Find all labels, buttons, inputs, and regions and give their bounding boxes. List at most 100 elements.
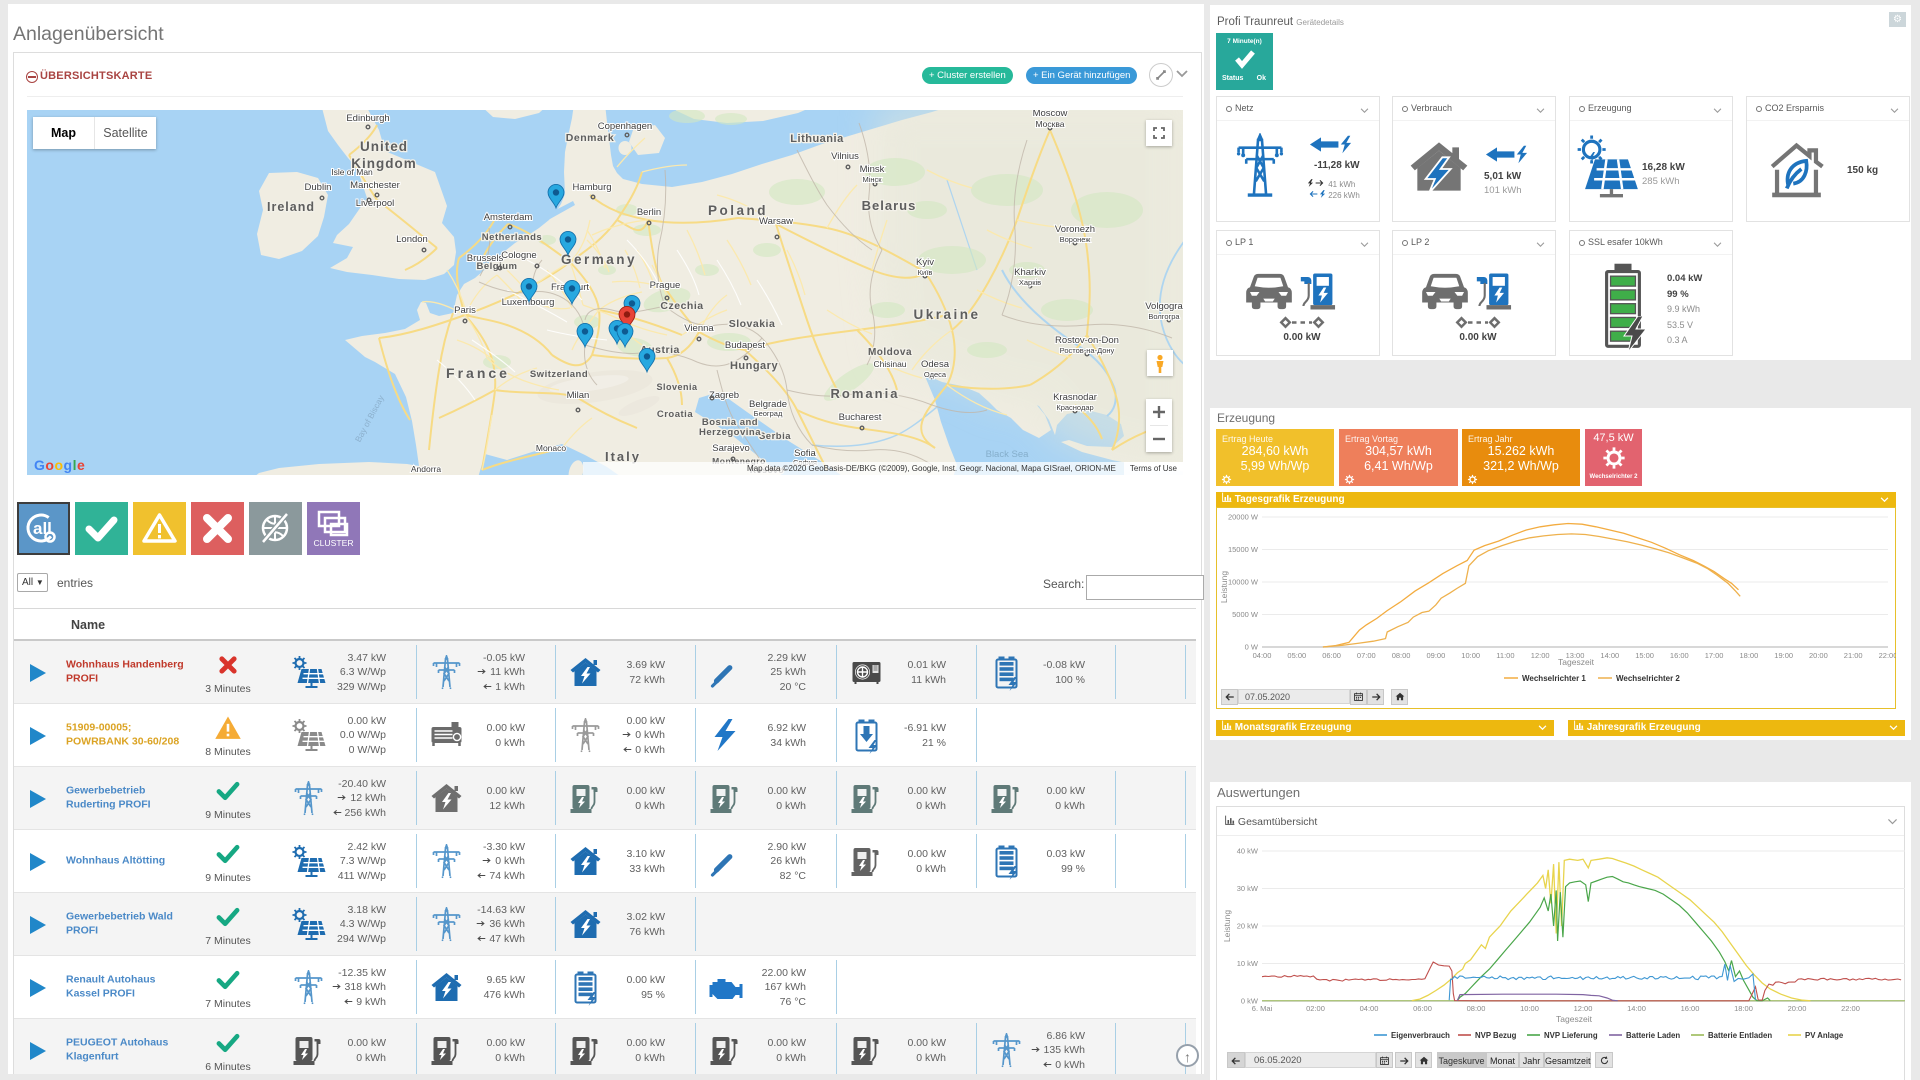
svg-text:22:00: 22:00 — [1841, 1004, 1860, 1013]
svg-text:20:00: 20:00 — [1809, 651, 1828, 660]
svg-text:Germany: Germany — [561, 252, 637, 267]
svg-text:06:00: 06:00 — [1413, 1004, 1432, 1013]
svg-text:Batterie Laden: Batterie Laden — [1626, 1031, 1680, 1040]
svg-text:Tageszeit: Tageszeit — [1556, 1014, 1593, 1024]
svg-text:Воронеж: Воронеж — [1060, 235, 1091, 244]
svg-text:Volgogra: Volgogra — [1145, 301, 1183, 312]
svg-text:Budapest: Budapest — [725, 340, 766, 351]
svg-text:Ростов-на-Дону: Ростов-на-Дону — [1060, 346, 1115, 355]
svg-text:Мінск: Мінск — [862, 175, 882, 184]
svg-text:Lithuania: Lithuania — [790, 133, 844, 145]
svg-text:all: all — [33, 519, 52, 538]
svg-text:Amsterdam: Amsterdam — [484, 212, 533, 223]
svg-text:Kharkiv: Kharkiv — [1014, 267, 1046, 278]
svg-text:Vilnius: Vilnius — [831, 151, 859, 162]
svg-text:17:00: 17:00 — [1705, 651, 1724, 660]
svg-text:Monaco: Monaco — [536, 443, 567, 453]
svg-text:12:00: 12:00 — [1531, 651, 1550, 660]
svg-text:NVP Bezug: NVP Bezug — [1475, 1031, 1517, 1040]
svg-text:Denmark: Denmark — [566, 132, 614, 144]
svg-text:CLUSTER: CLUSTER — [313, 538, 353, 548]
svg-text:Київ: Київ — [918, 268, 933, 277]
svg-text:Rostov-on-Don: Rostov-on-Don — [1055, 335, 1119, 346]
svg-text:Chisinau: Chisinau — [873, 359, 906, 369]
svg-text:Tageszeit: Tageszeit — [1558, 657, 1595, 667]
svg-text:Hungary: Hungary — [730, 360, 779, 372]
svg-text:Brussels: Brussels — [467, 253, 504, 264]
svg-text:12:00: 12:00 — [1574, 1004, 1593, 1013]
svg-text:20:00: 20:00 — [1788, 1004, 1807, 1013]
svg-text:Paris: Paris — [454, 305, 476, 316]
svg-text:Wechselrichter 2: Wechselrichter 2 — [1616, 674, 1680, 683]
svg-text:Belarus: Belarus — [862, 198, 917, 213]
svg-text:6. Mai: 6. Mai — [1252, 1004, 1273, 1013]
svg-text:Slovakia: Slovakia — [729, 318, 776, 330]
svg-text:Minsk: Minsk — [860, 164, 885, 175]
svg-text:05:00: 05:00 — [1287, 651, 1306, 660]
svg-text:Slovenia: Slovenia — [656, 382, 698, 392]
svg-text:Edinburgh: Edinburgh — [346, 113, 389, 124]
svg-text:Manchester: Manchester — [350, 180, 400, 191]
svg-text:Vienna: Vienna — [684, 323, 714, 334]
svg-text:Warsaw: Warsaw — [759, 216, 793, 227]
svg-text:Cologne: Cologne — [501, 250, 536, 261]
svg-text:Hamburg: Hamburg — [572, 182, 611, 193]
svg-text:Москва: Москва — [1035, 119, 1064, 129]
svg-text:Odesa: Odesa — [921, 359, 950, 370]
svg-text:06:00: 06:00 — [1322, 651, 1341, 660]
svg-text:16:00: 16:00 — [1670, 651, 1689, 660]
svg-text:04:00: 04:00 — [1253, 651, 1272, 660]
svg-text:02:00: 02:00 — [1306, 1004, 1325, 1013]
svg-text:40 kW: 40 kW — [1237, 847, 1259, 856]
svg-text:Berlin: Berlin — [637, 207, 661, 218]
svg-text:Kyiv: Kyiv — [916, 257, 934, 268]
svg-text:18:00: 18:00 — [1740, 651, 1759, 660]
svg-text:30 kW: 30 kW — [1237, 884, 1259, 893]
svg-text:Krasnodar: Krasnodar — [1053, 392, 1097, 403]
svg-text:Croatia: Croatia — [657, 409, 693, 420]
svg-text:04:00: 04:00 — [1360, 1004, 1379, 1013]
svg-text:Sarajevo: Sarajevo — [712, 443, 750, 454]
svg-text:Волгогра: Волгогра — [1148, 312, 1180, 321]
svg-text:Moscow: Moscow — [1033, 110, 1068, 119]
svg-text:Београд: Београд — [754, 409, 783, 418]
svg-text:Leistung: Leistung — [1219, 571, 1229, 603]
svg-text:Leistung: Leistung — [1222, 910, 1232, 942]
svg-text:21:00: 21:00 — [1844, 651, 1863, 660]
svg-text:15:00: 15:00 — [1635, 651, 1654, 660]
svg-text:14:00: 14:00 — [1627, 1004, 1646, 1013]
svg-text:19:00: 19:00 — [1774, 651, 1793, 660]
svg-text:Eigenverbrauch: Eigenverbrauch — [1391, 1031, 1450, 1040]
svg-text:Batterie Entladen: Batterie Entladen — [1708, 1031, 1772, 1040]
svg-text:08:00: 08:00 — [1467, 1004, 1486, 1013]
svg-text:18:00: 18:00 — [1734, 1004, 1753, 1013]
svg-text:Ireland: Ireland — [267, 200, 315, 214]
svg-text:Prague: Prague — [650, 280, 681, 291]
svg-text:NVP Lieferung: NVP Lieferung — [1544, 1031, 1598, 1040]
svg-text:Moldova: Moldova — [868, 347, 912, 358]
svg-text:Switzerland: Switzerland — [530, 369, 588, 380]
svg-text:Serbia: Serbia — [759, 431, 791, 442]
svg-text:5000 W: 5000 W — [1232, 610, 1259, 619]
svg-text:Dublin: Dublin — [305, 182, 332, 193]
svg-text:Bucharest: Bucharest — [839, 412, 882, 423]
svg-text:Краснодар: Краснодар — [1056, 403, 1093, 412]
svg-text:Copenhagen: Copenhagen — [598, 121, 652, 132]
svg-text:10:00: 10:00 — [1461, 651, 1480, 660]
svg-text:Romania: Romania — [831, 386, 900, 401]
svg-text:Voronezh: Voronezh — [1055, 224, 1095, 235]
svg-text:08:00: 08:00 — [1392, 651, 1411, 660]
svg-text:Liverpool: Liverpool — [356, 198, 395, 209]
svg-text:09:00: 09:00 — [1427, 651, 1446, 660]
svg-text:United: United — [360, 139, 408, 154]
svg-text:10000 W: 10000 W — [1228, 578, 1259, 587]
svg-text:14:00: 14:00 — [1600, 651, 1619, 660]
svg-text:Харків: Харків — [1019, 278, 1041, 287]
svg-text:22:00: 22:00 — [1879, 651, 1896, 660]
svg-text:Ukraine: Ukraine — [913, 307, 980, 322]
svg-text:20000 W: 20000 W — [1228, 513, 1259, 522]
svg-text:Netherlands: Netherlands — [482, 232, 542, 243]
svg-text:Wechselrichter 1: Wechselrichter 1 — [1522, 674, 1586, 683]
svg-text:Herzegovina: Herzegovina — [699, 427, 761, 438]
svg-text:Black Sea: Black Sea — [986, 449, 1029, 460]
